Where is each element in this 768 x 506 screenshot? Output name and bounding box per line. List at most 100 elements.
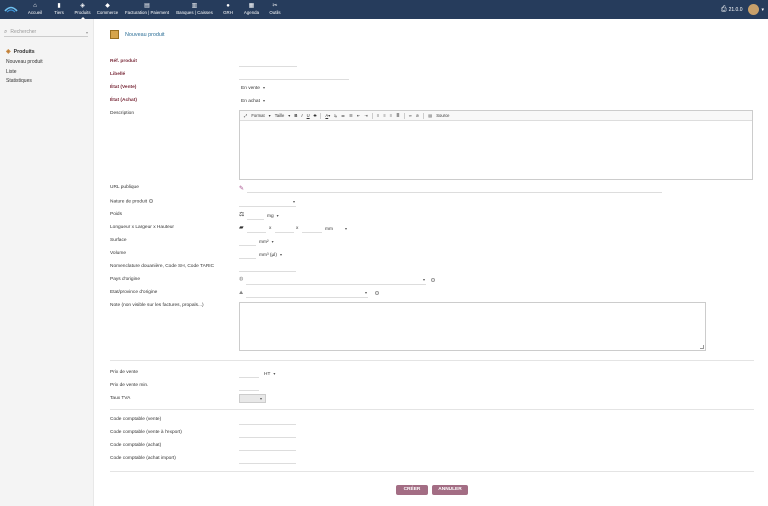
maximize-icon[interactable]: ⤢ (244, 113, 247, 118)
sidebar-section-title[interactable]: ◈ Produits (6, 48, 35, 56)
chevron-down-icon: ▾ (345, 226, 348, 231)
align-center-icon[interactable]: ≡ (383, 113, 385, 118)
nav-banques[interactable]: ▥ Banques | Caisses (174, 2, 215, 18)
nomenclature-input[interactable] (239, 271, 296, 272)
align-left-icon[interactable]: ≡ (377, 113, 379, 118)
etat-achat-select[interactable]: En achat ▾ (241, 98, 265, 104)
longueur-input[interactable] (247, 232, 266, 233)
nav-outils[interactable]: ✂ Outils (267, 2, 283, 18)
globe-icon: ◍ (239, 277, 244, 282)
poids-unit-select[interactable]: mg ▾ (267, 213, 279, 219)
volume-unit-select[interactable]: mm³ (µl) ▾ (259, 252, 282, 258)
etat-vente-select[interactable]: En vente ▾ (241, 85, 265, 91)
dims-unit-select[interactable]: mm ▾ (325, 226, 347, 232)
url-input[interactable] (247, 192, 662, 193)
printer-icon[interactable]: ⎙ (721, 6, 727, 14)
nav-grh[interactable]: ● GRH (221, 2, 235, 18)
chevron-down-icon: ▾ (271, 239, 274, 244)
libelle-input[interactable] (239, 79, 349, 80)
cancel-button[interactable]: ANNULER (432, 485, 468, 495)
chevron-down-icon: ▾ (262, 85, 265, 90)
align-justify-icon[interactable]: ≣ (396, 113, 400, 118)
ordered-list-icon[interactable]: ≔ (341, 113, 345, 118)
poids-input[interactable] (247, 219, 264, 220)
etat-origine-underline (246, 297, 368, 298)
align-right-icon[interactable]: ≡ (390, 113, 392, 118)
chevron-down-icon: ▾ (279, 252, 282, 257)
nav-tiers[interactable]: ▮ Tiers (52, 2, 66, 18)
divider (110, 409, 754, 410)
tva-label: Taux TVA (110, 396, 131, 401)
strike-icon[interactable]: S (314, 113, 317, 118)
help-icon[interactable] (149, 199, 154, 203)
note-label: Note (non visible sur les factures, prop… (110, 303, 204, 308)
user-icon: ● (226, 3, 230, 9)
chevron-down-icon: ▾ (85, 29, 88, 35)
chevron-down-icon: ▾ (423, 277, 426, 282)
create-button[interactable]: CRÉER (396, 485, 428, 495)
cc-vente-input[interactable] (239, 424, 296, 425)
clear-format-icon[interactable]: I̶ₓ (334, 113, 337, 118)
avatar[interactable] (748, 4, 760, 15)
link-icon[interactable]: ∞ (409, 113, 412, 118)
cc-achat-input[interactable] (239, 450, 296, 451)
search-input[interactable]: ⌕ Rechercher ▾ (4, 28, 88, 37)
bullet-list-icon[interactable]: ☰ (349, 113, 353, 118)
indent-icon[interactable]: ⇥ (364, 113, 368, 118)
chevron-down-icon: ▾ (268, 113, 271, 118)
nature-select[interactable]: ▾ (290, 199, 295, 205)
nav-commerce[interactable]: ◆ Commerce (95, 2, 120, 18)
help-icon[interactable] (375, 291, 379, 295)
surface-label: Surface (110, 238, 127, 243)
app-logo-icon[interactable] (4, 3, 18, 15)
search-icon: ⌕ (4, 28, 8, 35)
surface-unit-select[interactable]: mm² ▾ (259, 239, 274, 245)
italic-icon[interactable]: I (301, 113, 302, 118)
note-textarea[interactable] (239, 302, 706, 351)
source-button[interactable]: Source (436, 113, 449, 118)
cc-vente-label: Code comptable (vente) (110, 417, 162, 422)
unlink-icon[interactable]: ⊘ (416, 113, 420, 118)
largeur-input[interactable] (275, 232, 294, 233)
hauteur-input[interactable] (302, 232, 322, 233)
cc-achat-import-input[interactable] (239, 463, 296, 464)
briefcase-icon: ◆ (105, 3, 110, 9)
text-color-icon[interactable]: A▾ (325, 113, 330, 118)
ref-input[interactable] (239, 66, 297, 67)
chevron-down-icon[interactable]: ▾ (761, 7, 764, 13)
volume-input[interactable] (239, 258, 256, 259)
prix-min-input[interactable] (239, 390, 259, 391)
source-icon[interactable]: ▤ (428, 113, 432, 118)
home-icon: ⌂ (33, 3, 37, 9)
nature-label: Nature de produit (110, 199, 154, 204)
pays-select[interactable]: ▾ (420, 277, 425, 283)
outdent-icon[interactable]: ⇤ (357, 113, 361, 118)
tools-icon: ✂ (272, 3, 278, 9)
help-icon[interactable] (431, 278, 435, 282)
weight-icon: ⚖ (239, 212, 245, 218)
description-editor[interactable]: ⤢ Format ▾ Taille ▾ B I U S A▾ I̶ₓ ≔ ☰ ⇤… (239, 110, 753, 180)
prix-vente-input[interactable] (239, 377, 259, 378)
tva-select[interactable]: ▾ (239, 394, 266, 403)
nav-home[interactable]: ⌂ Accueil (27, 2, 43, 18)
sidebar-item-nouveau-produit[interactable]: Nouveau produit (6, 59, 43, 65)
top-right-area: ⎙ 21.0.0 ▾ (721, 3, 764, 16)
format-dropdown[interactable]: Format (251, 113, 264, 118)
edit-icon: ✎ (239, 186, 245, 192)
size-dropdown[interactable]: Taille (275, 113, 285, 118)
nav-agenda[interactable]: ▦ Agenda (242, 2, 261, 18)
prix-min-label: Prix de vente min. (110, 383, 149, 388)
sidebar-item-liste[interactable]: Liste (6, 69, 17, 75)
bold-icon[interactable]: B (294, 113, 297, 118)
etat-origine-select[interactable]: ▾ (362, 290, 367, 296)
prix-base-select[interactable]: HT ▾ (264, 371, 275, 377)
sidebar-item-statistiques[interactable]: Statistiques (6, 78, 32, 84)
cc-export-input[interactable] (239, 437, 296, 438)
nav-facturation[interactable]: ▤ Facturation | Paiement (122, 2, 172, 18)
underline-icon[interactable]: U (307, 113, 310, 118)
main-content: Nouveau produit Réf. produit Libellé Éta… (94, 19, 768, 506)
etat-vente-label: État (Vente) (110, 85, 137, 90)
nav-produits[interactable]: ◈ Produits (73, 2, 92, 20)
chevron-down-icon: ▾ (276, 213, 279, 218)
surface-input[interactable] (239, 245, 256, 246)
